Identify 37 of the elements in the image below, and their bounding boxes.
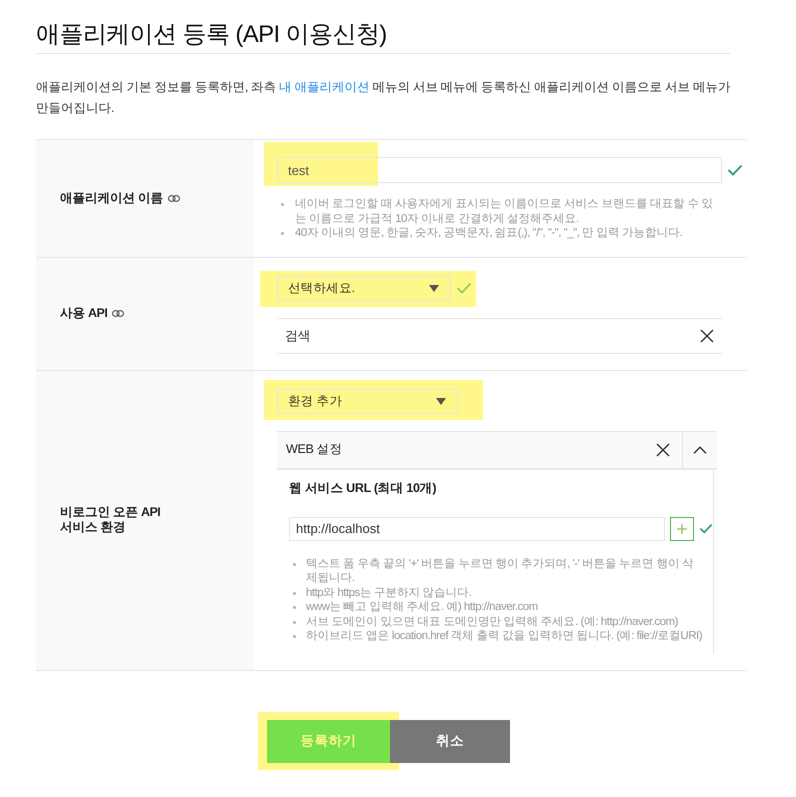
intro-link[interactable]: 내 애플리케이션 xyxy=(278,80,370,94)
plus-icon xyxy=(677,524,688,534)
app-name-field[interactable]: test xyxy=(277,157,722,183)
note-text: 텍스트 폼 우측 끝의 '+' 버튼을 누르면 행이 추가되며, '-' 버튼을 누르면 행이 삭제됩니다. xyxy=(306,556,695,586)
bullet-icon xyxy=(293,620,296,624)
link-icon[interactable] xyxy=(168,194,180,202)
note-text: www는 빼고 입력해 주세요. 예) http://naver.com xyxy=(306,600,538,614)
intro-text: 애플리케이션의 기본 정보를 등록하면, 좌측 내 애플리케이션 메뉴의 서브 메뉴에 등록하신 애플리케이션 이름으로 서브 메뉴가 만들어집니다. xyxy=(36,79,732,117)
bullet-icon xyxy=(293,635,296,638)
bullet-icon xyxy=(293,592,296,594)
api-name: 검색 xyxy=(285,326,310,344)
url-field[interactable]: http://localhost xyxy=(289,516,666,540)
field-label: 사용 API xyxy=(60,306,108,321)
bullet-icon xyxy=(281,203,284,206)
note-text: 네이버 로그인할 때 사용자에게 표시되는 이름이므로 서비스 브랜드를 대표할 수 있는 이름으로 가급적 10자 이내로 간결하게 설정해주세요. xyxy=(295,197,714,226)
bullet-icon xyxy=(293,606,296,609)
panel-title: WEB 설정 xyxy=(286,441,344,458)
note-text: 하이브리드 앱은 location.href 객체 출력 값을 입력하면 됩니다. (예: file://로컬URI) xyxy=(306,629,702,644)
api-select[interactable]: 선택하세요. xyxy=(277,276,451,300)
chevron-up-icon xyxy=(693,446,707,454)
link-icon[interactable] xyxy=(112,310,124,317)
page-title: 애플리케이션 등록 (API 이용신청) xyxy=(36,18,730,54)
add-url-button[interactable] xyxy=(670,516,694,540)
cancel-button[interactable]: 취소 xyxy=(390,720,510,762)
bullet-icon xyxy=(293,562,296,566)
close-icon xyxy=(700,328,714,342)
note-text: 서브 도메인이 있으면 대표 도메인명만 입력해 주세요. (예: http://naver.com) xyxy=(306,614,678,629)
url-field-label: 웹 서비스 URL (최대 10개) xyxy=(289,480,438,496)
close-icon xyxy=(656,442,670,456)
note-text: 40자 이내의 영문, 한글, 숫자, 공백문자, 쉼표(,), "/", "-", "_", 만 입력 가능합니다. xyxy=(295,226,682,240)
caret-icon xyxy=(436,398,446,404)
note-text: http와 https는 구분하지 않습니다. xyxy=(306,586,472,600)
bullet-icon xyxy=(281,232,284,235)
field-label: 애플리케이션 이름 xyxy=(60,190,163,206)
caret-icon xyxy=(429,284,439,292)
field-label: 비로그인 오픈 API 서비스 환경 xyxy=(60,505,160,535)
environment-select[interactable]: 환경 추가 xyxy=(277,388,458,414)
